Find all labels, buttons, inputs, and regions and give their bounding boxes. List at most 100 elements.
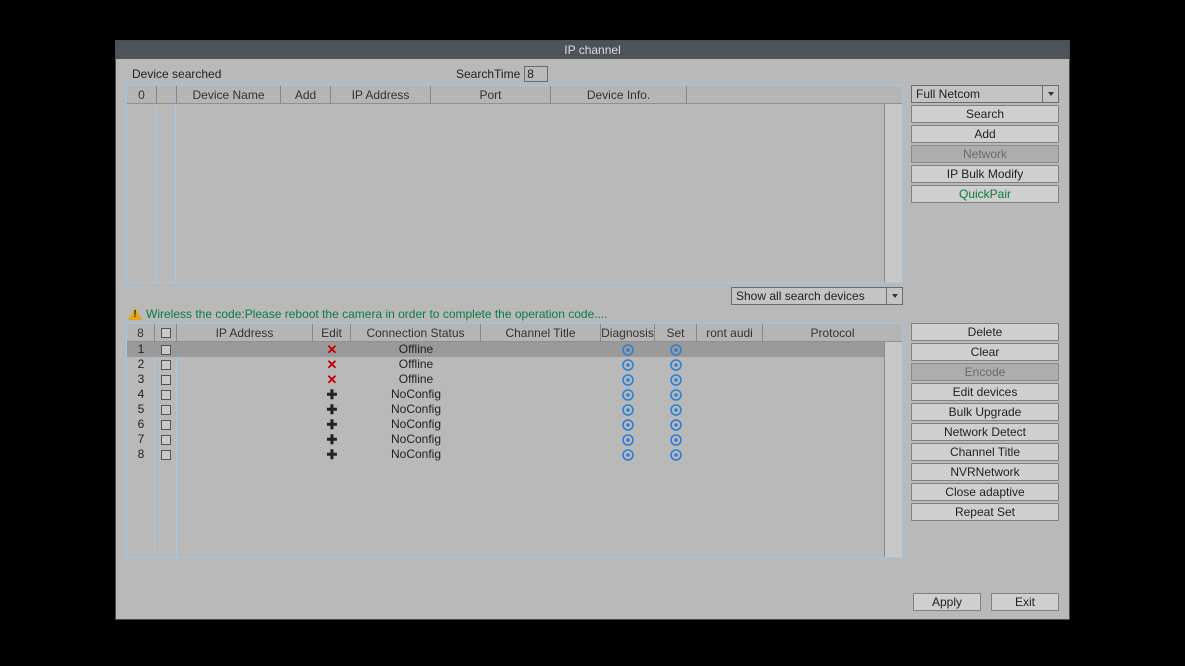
quickpair-button[interactable]: QuickPair (911, 185, 1059, 203)
row-diag[interactable] (601, 372, 655, 387)
row-edit[interactable]: ✕ (313, 342, 351, 357)
row-check[interactable] (155, 357, 177, 372)
row-diag[interactable] (601, 357, 655, 372)
channel-title-button[interactable]: Channel Title (911, 443, 1059, 461)
col-ip[interactable]: IP Address (331, 86, 431, 104)
add-icon[interactable]: ✚ (327, 387, 338, 402)
row-check[interactable] (155, 402, 177, 417)
add-button[interactable]: Add (911, 125, 1059, 143)
row-diag[interactable] (601, 342, 655, 357)
ip-bulk-modify-button[interactable]: IP Bulk Modify (911, 165, 1059, 183)
row-set[interactable] (655, 402, 697, 417)
col-add[interactable]: Add (281, 86, 331, 104)
repeat-set-button[interactable]: Repeat Set (911, 503, 1059, 521)
gear-icon[interactable] (622, 449, 634, 461)
nvr-network-button[interactable]: NVRNetwork (911, 463, 1059, 481)
row-set[interactable] (655, 342, 697, 357)
gear-icon[interactable] (670, 434, 682, 446)
col-ch-ip[interactable]: IP Address (177, 324, 313, 342)
search-scrollbar[interactable] (884, 104, 902, 282)
chevron-down-icon[interactable] (1042, 86, 1058, 102)
row-set[interactable] (655, 372, 697, 387)
row-edit[interactable]: ✕ (313, 372, 351, 387)
gear-icon[interactable] (670, 419, 682, 431)
edit-devices-button[interactable]: Edit devices (911, 383, 1059, 401)
bulk-upgrade-button[interactable]: Bulk Upgrade (911, 403, 1059, 421)
col-ch-diag[interactable]: Diagnosis (601, 324, 655, 342)
checkbox[interactable] (161, 420, 171, 430)
table-row[interactable]: 5✚NoConfig (127, 402, 902, 417)
row-check[interactable] (155, 432, 177, 447)
row-diag[interactable] (601, 417, 655, 432)
table-row[interactable]: 7✚NoConfig (127, 432, 902, 447)
check-all[interactable] (161, 328, 171, 338)
row-diag[interactable] (601, 402, 655, 417)
delete-icon[interactable]: ✕ (327, 357, 338, 372)
protocol-select[interactable]: Full Netcom (911, 85, 1059, 103)
add-icon[interactable]: ✚ (327, 402, 338, 417)
add-icon[interactable]: ✚ (327, 417, 338, 432)
row-set[interactable] (655, 387, 697, 402)
table-row[interactable]: 3✕Offline (127, 372, 902, 387)
table-row[interactable]: 1✕Offline (127, 342, 902, 357)
col-ch-check[interactable] (155, 324, 177, 342)
apply-button[interactable]: Apply (913, 593, 981, 611)
close-adaptive-button[interactable]: Close adaptive (911, 483, 1059, 501)
checkbox[interactable] (161, 375, 171, 385)
search-button[interactable]: Search (911, 105, 1059, 123)
row-set[interactable] (655, 432, 697, 447)
table-row[interactable]: 2✕Offline (127, 357, 902, 372)
network-detect-button[interactable]: Network Detect (911, 423, 1059, 441)
row-check[interactable] (155, 387, 177, 402)
clear-button[interactable]: Clear (911, 343, 1059, 361)
gear-icon[interactable] (622, 434, 634, 446)
add-icon[interactable]: ✚ (327, 447, 338, 462)
channel-scrollbar[interactable] (884, 342, 902, 557)
delete-icon[interactable]: ✕ (327, 372, 338, 387)
row-diag[interactable] (601, 447, 655, 462)
row-set[interactable] (655, 447, 697, 462)
chevron-down-icon[interactable] (886, 288, 902, 304)
gear-icon[interactable] (622, 374, 634, 386)
row-check[interactable] (155, 447, 177, 462)
row-check[interactable] (155, 342, 177, 357)
delete-icon[interactable]: ✕ (327, 342, 338, 357)
row-check[interactable] (155, 372, 177, 387)
row-edit[interactable]: ✚ (313, 417, 351, 432)
col-info[interactable]: Device Info. (551, 86, 687, 104)
exit-button[interactable]: Exit (991, 593, 1059, 611)
gear-icon[interactable] (670, 449, 682, 461)
row-edit[interactable]: ✚ (313, 402, 351, 417)
show-all-select[interactable]: Show all search devices (731, 287, 903, 305)
checkbox[interactable] (161, 405, 171, 415)
checkbox[interactable] (161, 450, 171, 460)
gear-icon[interactable] (670, 359, 682, 371)
col-ch-proto[interactable]: Protocol (763, 324, 902, 342)
gear-icon[interactable] (622, 404, 634, 416)
checkbox[interactable] (161, 345, 171, 355)
col-ch-title[interactable]: Channel Title (481, 324, 601, 342)
checkbox[interactable] (161, 360, 171, 370)
gear-icon[interactable] (670, 344, 682, 356)
row-edit[interactable]: ✕ (313, 357, 351, 372)
table-row[interactable]: 8✚NoConfig (127, 447, 902, 462)
checkbox[interactable] (161, 435, 171, 445)
delete-button[interactable]: Delete (911, 323, 1059, 341)
row-diag[interactable] (601, 387, 655, 402)
row-check[interactable] (155, 417, 177, 432)
row-edit[interactable]: ✚ (313, 447, 351, 462)
col-ch-set[interactable]: Set (655, 324, 697, 342)
row-set[interactable] (655, 417, 697, 432)
row-set[interactable] (655, 357, 697, 372)
gear-icon[interactable] (622, 419, 634, 431)
gear-icon[interactable] (670, 404, 682, 416)
add-icon[interactable]: ✚ (327, 432, 338, 447)
search-time-input[interactable]: 8 (524, 66, 548, 82)
col-ch-edit[interactable]: Edit (313, 324, 351, 342)
gear-icon[interactable] (670, 374, 682, 386)
row-diag[interactable] (601, 432, 655, 447)
col-ch-front[interactable]: ront audi (697, 324, 763, 342)
row-edit[interactable]: ✚ (313, 432, 351, 447)
col-port[interactable]: Port (431, 86, 551, 104)
gear-icon[interactable] (622, 389, 634, 401)
